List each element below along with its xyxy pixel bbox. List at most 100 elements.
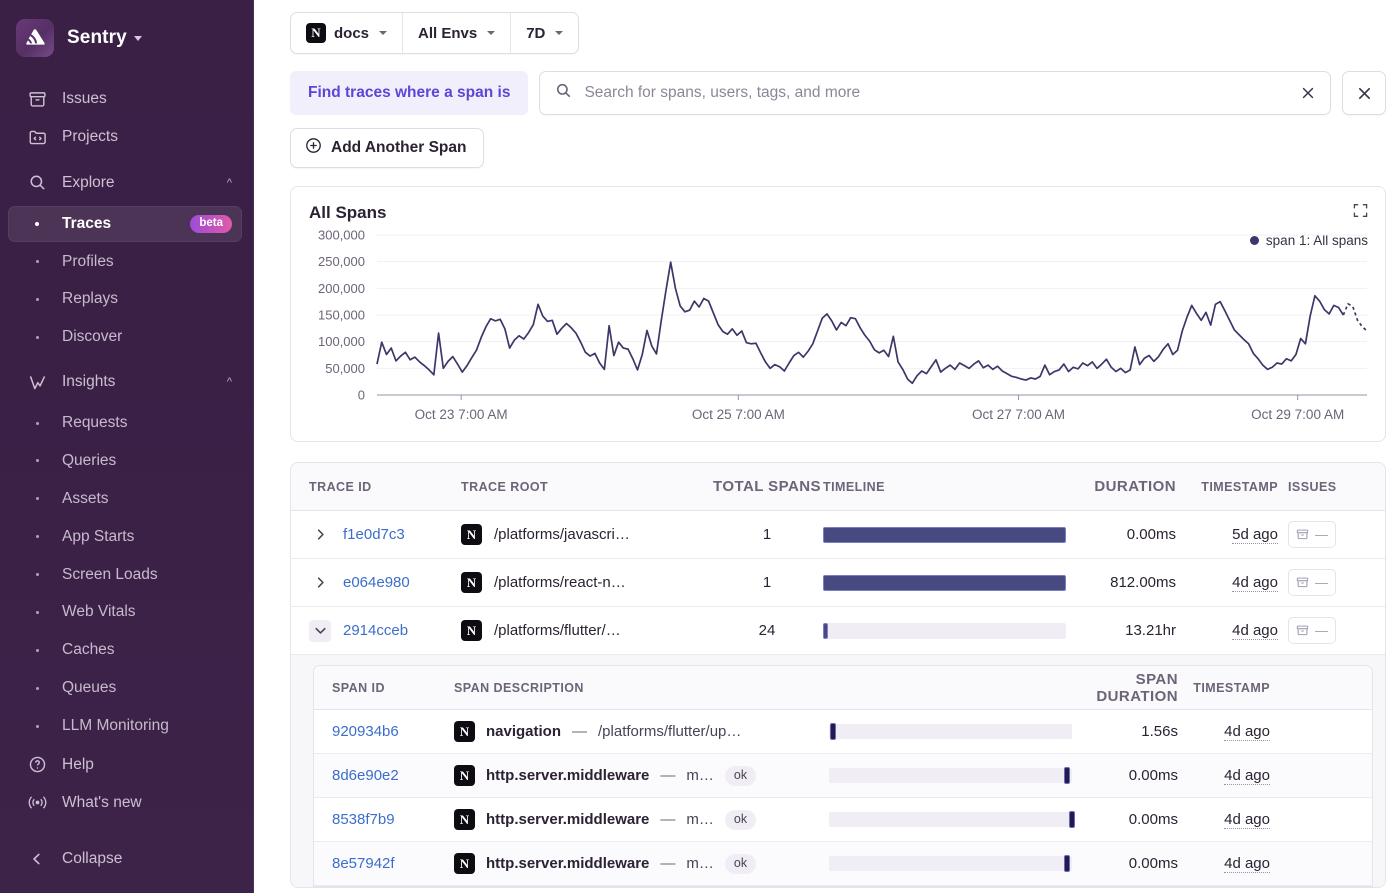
- sidebar-item-llm-monitoring[interactable]: LLM Monitoring: [8, 708, 242, 744]
- x-axis-tick-label: Oct 27 7:00 AM: [972, 407, 1065, 422]
- issues-badge[interactable]: —: [1288, 569, 1336, 596]
- column-header-timestamp: TIMESTAMP: [1201, 479, 1278, 494]
- span-id-link[interactable]: 920934b6: [332, 723, 454, 740]
- table-row[interactable]: f1e0d7c3 N /platforms/javascri… 1 0.00ms…: [291, 511, 1385, 559]
- project-badge-icon: N: [454, 721, 475, 742]
- x-axis-tick-label: Oct 29 7:00 AM: [1251, 407, 1344, 422]
- issue-box-icon: [1296, 625, 1309, 636]
- trace-id-link[interactable]: e064e980: [343, 574, 410, 591]
- chevron-down-icon: [379, 31, 388, 35]
- sidebar-item-replays[interactable]: Replays: [8, 281, 242, 317]
- search-input[interactable]: [584, 84, 1288, 102]
- help-circle-icon: [26, 754, 48, 776]
- remove-span-condition-button[interactable]: [1342, 71, 1386, 115]
- span-timestamp-cell: 4d ago: [1190, 811, 1280, 829]
- sidebar-item-assets[interactable]: Assets: [8, 481, 242, 517]
- environment-filter[interactable]: All Envs: [402, 13, 510, 53]
- clear-search-icon[interactable]: [1300, 85, 1316, 101]
- bullet-icon: [26, 687, 48, 690]
- sidebar-item-label: Web Vitals: [62, 603, 136, 621]
- span-id-link[interactable]: 8538f7b9: [332, 811, 454, 828]
- table-row[interactable]: e064e980 N /platforms/react-n… 1 812.00m…: [291, 559, 1385, 607]
- issues-count: —: [1315, 527, 1328, 542]
- sidebar-item-label: What's new: [62, 793, 142, 811]
- span-timeline-cell: [829, 723, 1072, 740]
- add-another-span-button[interactable]: Add Another Span: [290, 128, 485, 168]
- bullet-icon: [26, 649, 48, 652]
- bullet-icon: [26, 725, 48, 728]
- timestamp-cell: 4d ago: [1188, 622, 1288, 640]
- issues-badge[interactable]: —: [1288, 521, 1336, 548]
- span-id-link[interactable]: 8d6e90e2: [332, 767, 454, 784]
- span-timestamp-cell: 4d ago: [1190, 767, 1280, 785]
- sidebar-item-help[interactable]: Help: [8, 746, 244, 783]
- projects-icon: [26, 126, 48, 148]
- project-badge-icon: N: [306, 23, 326, 43]
- app-root: Sentry Issues Projects Explore ^ Traces …: [0, 0, 1400, 893]
- spans-table-header: SPAN ID SPAN DESCRIPTION SPAN DURATION T…: [314, 666, 1372, 710]
- list-item[interactable]: 8538f7b9 N http.server.middleware — m… o…: [314, 798, 1372, 842]
- list-item[interactable]: 8d6e90e2 N http.server.middleware — m… o…: [314, 754, 1372, 798]
- sidebar-section-explore[interactable]: Explore ^: [8, 163, 246, 203]
- org-name-label: Sentry: [67, 26, 127, 48]
- issues-cell: —: [1288, 569, 1362, 596]
- span-timestamp-cell: 4d ago: [1190, 723, 1280, 741]
- span-id-link[interactable]: 8e57942f: [332, 855, 454, 872]
- timeline-cell: [823, 526, 1066, 543]
- list-item[interactable]: 920934b6 N navigation — /platforms/flutt…: [314, 710, 1372, 754]
- project-filter-label: docs: [334, 24, 370, 42]
- chevron-down-icon[interactable]: [309, 619, 331, 642]
- total-spans-value: 1: [762, 526, 772, 543]
- table-row[interactable]: 2914cceb N /platforms/flutter/… 24 13.21…: [291, 607, 1385, 655]
- duration-value: 0.00ms: [1126, 526, 1176, 543]
- issues-count: —: [1315, 623, 1328, 638]
- sidebar-item-caches[interactable]: Caches: [8, 632, 242, 668]
- main-content: N docs All Envs 7D Find traces where a s…: [254, 0, 1400, 893]
- chevron-right-icon[interactable]: [309, 572, 331, 594]
- separator-dash: —: [572, 723, 588, 740]
- sidebar-item-whats-new[interactable]: What's new: [8, 784, 244, 821]
- span-search-box[interactable]: [539, 71, 1331, 115]
- org-switcher[interactable]: Sentry: [0, 12, 254, 64]
- chevron-right-icon[interactable]: [309, 524, 331, 546]
- span-description: m…: [686, 855, 714, 872]
- span-timestamp-cell: 4d ago: [1190, 855, 1280, 873]
- sidebar-item-profiles[interactable]: Profiles: [8, 244, 242, 280]
- list-item[interactable]: 8e57942f N http.server.middleware — m… o…: [314, 842, 1372, 886]
- x-axis-tick-label: Oct 23 7:00 AM: [415, 407, 508, 422]
- expanded-spans-block: SPAN ID SPAN DESCRIPTION SPAN DURATION T…: [291, 655, 1385, 887]
- sidebar-item-issues[interactable]: Issues: [8, 81, 244, 118]
- issues-badge[interactable]: —: [1288, 617, 1336, 644]
- trace-id-cell: f1e0d7c3: [309, 524, 461, 546]
- expand-icon[interactable]: [1353, 203, 1368, 223]
- sidebar-footer-overflow: [14, 881, 17, 891]
- sidebar-item-discover[interactable]: Discover: [8, 319, 242, 355]
- trace-id-link[interactable]: 2914cceb: [343, 622, 408, 639]
- span-timeline-cell: [829, 811, 1075, 828]
- sidebar-item-requests[interactable]: Requests: [8, 405, 242, 441]
- sidebar-item-queues[interactable]: Queues: [8, 670, 242, 706]
- timestamp-cell: 5d ago: [1188, 526, 1288, 544]
- y-axis-tick-label: 0: [358, 388, 365, 403]
- date-range-filter[interactable]: 7D: [510, 13, 578, 53]
- sidebar-item-queries[interactable]: Queries: [8, 443, 242, 479]
- sidebar-item-app-starts[interactable]: App Starts: [8, 519, 242, 555]
- sidebar-item-web-vitals[interactable]: Web Vitals: [8, 594, 242, 630]
- bullet-icon: [26, 336, 48, 339]
- collapse-sidebar-button[interactable]: Collapse: [8, 839, 246, 879]
- sidebar-item-label: Traces: [62, 214, 112, 232]
- span-duration-value: 0.00ms: [1128, 855, 1178, 872]
- sidebar-item-screen-loads[interactable]: Screen Loads: [8, 557, 242, 593]
- section-label: Insights: [62, 373, 116, 391]
- sidebar-item-traces[interactable]: Traces beta: [8, 205, 242, 242]
- separator-dash: —: [660, 811, 676, 828]
- project-filter[interactable]: N docs: [291, 13, 402, 53]
- status-badge: ok: [724, 765, 757, 786]
- sentry-logo-icon: [16, 18, 54, 57]
- find-traces-label[interactable]: Find traces where a span is: [290, 71, 529, 115]
- sidebar-section-insights[interactable]: Insights ^: [8, 362, 246, 402]
- span-duration-value: 1.56s: [1141, 723, 1178, 740]
- project-badge-icon: N: [461, 524, 482, 545]
- trace-id-link[interactable]: f1e0d7c3: [343, 526, 405, 543]
- sidebar-item-projects[interactable]: Projects: [8, 119, 244, 156]
